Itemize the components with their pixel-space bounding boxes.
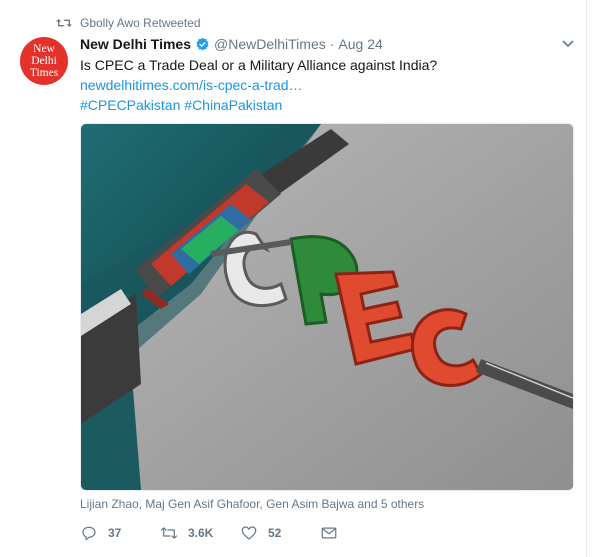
heart-icon — [241, 526, 257, 540]
cpec-illustration — [81, 124, 573, 490]
hashtag-chinapakistan[interactable]: #ChinaPakistan — [184, 97, 282, 113]
tweet-date[interactable]: Aug 24 — [338, 36, 382, 52]
retweet-icon — [56, 19, 72, 27]
hashtag-cpecpakistan[interactable]: #CPECPakistan — [80, 97, 180, 113]
separator-dot: · — [329, 36, 335, 52]
reply-button[interactable]: 37 — [80, 524, 160, 542]
avatar-text-line-3: Times — [29, 67, 59, 79]
direct-message-button[interactable] — [320, 524, 348, 542]
message-icon — [321, 527, 337, 539]
avatar-text-line-1: New — [33, 43, 55, 55]
reply-count: 37 — [108, 526, 122, 540]
like-button[interactable]: 52 — [240, 524, 320, 542]
avatar[interactable]: New Delhi Times — [20, 37, 68, 85]
chevron-down-icon[interactable] — [562, 40, 574, 48]
tweet-text: Is CPEC a Trade Deal or a Military Allia… — [80, 55, 570, 115]
tweet-header: New Delhi Times @NewDelhiTimes · Aug 24 — [80, 36, 383, 52]
tweet-media-image[interactable] — [80, 123, 574, 491]
like-count: 52 — [268, 526, 282, 540]
author-handle[interactable]: @NewDelhiTimes — [214, 36, 326, 52]
retweet-icon — [160, 527, 178, 539]
retweet-button[interactable]: 3.6K — [160, 524, 240, 542]
avatar-text-line-2: Delhi — [31, 55, 57, 67]
verified-badge-icon — [196, 37, 209, 51]
tweet-body: Is CPEC a Trade Deal or a Military Allia… — [80, 57, 438, 73]
tagged-users[interactable]: Lijian Zhao, Maj Gen Asif Ghafoor, Gen A… — [80, 497, 424, 511]
retweet-count: 3.6K — [188, 526, 214, 540]
reply-icon — [82, 526, 96, 541]
retweet-notice: Gbolly Awo Retweeted — [56, 14, 201, 32]
tweet-link[interactable]: newdelhitimes.com/is-cpec-a-trad… — [80, 77, 303, 93]
author-name[interactable]: New Delhi Times — [80, 36, 191, 52]
retweet-notice-text: Gbolly Awo Retweeted — [80, 16, 201, 30]
tweet-card[interactable]: Gbolly Awo Retweeted New Delhi Times New… — [0, 0, 587, 557]
tweet-actions: 37 3.6K 52 — [80, 524, 348, 542]
